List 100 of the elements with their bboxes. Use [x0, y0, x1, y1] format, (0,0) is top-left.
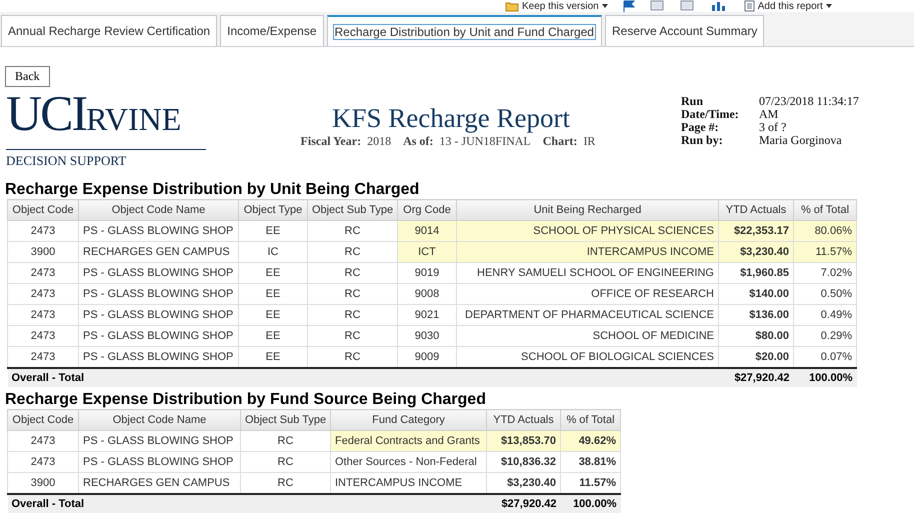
table-cell: SCHOOL OF PHYSICAL SCIENCES — [456, 220, 718, 242]
section-title: Recharge Expense Distribution by Unit Being Charged — [5, 181, 420, 199]
column-header: YTD Actuals — [486, 410, 560, 430]
table-cell: PS - GLASS BLOWING SHOP — [78, 220, 238, 242]
parameter-value: 2018 — [367, 134, 392, 149]
table-cell: 9014 — [398, 220, 456, 242]
tab[interactable]: Annual Recharge Review Certification — [1, 15, 218, 46]
tab[interactable]: Reserve Account Summary — [604, 15, 764, 46]
total-value: 100.00% — [794, 368, 856, 387]
column-header: Object Code Name — [78, 410, 240, 430]
caret-icon — [826, 4, 832, 8]
parameter-label: As of: — [403, 134, 434, 149]
total-value: $27,920.42 — [718, 368, 794, 387]
column-header: YTD Actuals — [718, 200, 794, 220]
tab[interactable]: Income/Expense — [220, 15, 324, 46]
back-button[interactable]: Back — [5, 66, 50, 87]
table-cell: OFFICE OF RESEARCH — [456, 284, 718, 304]
table-cell: $136.00 — [718, 304, 794, 326]
table-cell: IC — [238, 242, 308, 262]
report-title: KFS Recharge Report — [332, 103, 570, 134]
table-cell: RC — [308, 262, 398, 284]
table-cell: 2473 — [8, 220, 78, 242]
table-cell: $3,230.40 — [718, 242, 794, 262]
meta-value: 07/23/2018 11:34:17 AM — [759, 95, 860, 121]
section-title: Recharge Expense Distribution by Fund Source Being Charged — [5, 391, 487, 409]
table-cell: RC — [308, 326, 398, 346]
logo-subtitle: DECISION SUPPORT — [6, 153, 128, 169]
flag-icon[interactable] — [622, 0, 636, 12]
table-cell: $13,853.70 — [486, 430, 560, 452]
table-cell: PS - GLASS BLOWING SHOP — [78, 304, 238, 326]
table-cell: 2473 — [8, 430, 78, 452]
table-cell: SCHOOL OF MEDICINE — [456, 326, 718, 346]
keep-version-menu[interactable]: Keep this version — [505, 0, 608, 12]
table-cell: 0.49% — [794, 304, 856, 326]
table-cell: Federal Contracts and Grants — [330, 430, 486, 452]
add-report-menu[interactable]: Add this report — [744, 0, 832, 12]
table-cell: Other Sources - Non-Federal — [330, 452, 486, 472]
total-value: $27,920.42 — [486, 494, 560, 513]
table-cell: RC — [308, 284, 398, 304]
table-cell: ICT — [398, 242, 456, 262]
column-header: Object Code — [8, 410, 78, 430]
table-cell: 9030 — [398, 326, 456, 346]
table-cell: RC — [308, 242, 398, 262]
table-cell: RC — [308, 220, 398, 242]
table-cell: 7.02% — [794, 262, 856, 284]
table-cell: EE — [238, 220, 308, 242]
column-header: % of Total — [794, 200, 856, 220]
table-cell: 2473 — [8, 284, 78, 304]
table-cell: 2473 — [8, 326, 78, 346]
table-cell: PS - GLASS BLOWING SHOP — [78, 326, 238, 346]
total-value: 100.00% — [560, 494, 620, 513]
column-header: Object Code — [8, 200, 78, 220]
meta-label: Page #: — [681, 121, 720, 134]
table-cell: PS - GLASS BLOWING SHOP — [78, 284, 238, 304]
table-cell: 0.50% — [794, 284, 856, 304]
column-header: % of Total — [560, 410, 620, 430]
table-cell: EE — [238, 326, 308, 346]
table-cell: 49.62% — [560, 430, 620, 452]
table-cell: $22,353.17 — [718, 220, 794, 242]
column-header: Object Sub Type — [240, 410, 330, 430]
table-cell: INTERCAMPUS INCOME — [456, 242, 718, 262]
meta-label: Run by: — [681, 134, 724, 147]
window-icon[interactable] — [650, 0, 666, 12]
table-cell: 9019 — [398, 262, 456, 284]
table-cell: 80.06% — [794, 220, 856, 242]
table-cell: RC — [240, 452, 330, 472]
table-cell: $1,960.85 — [718, 262, 794, 284]
meta-label: Run Date/Time: — [681, 95, 740, 121]
table-cell: 11.57% — [794, 242, 856, 262]
table-cell: 38.81% — [560, 452, 620, 472]
total-label: Overall - Total — [8, 494, 486, 513]
table-cell: EE — [238, 262, 308, 284]
table-cell: HENRY SAMUELI SCHOOL OF ENGINEERING — [456, 262, 718, 284]
table-cell: 0.29% — [794, 326, 856, 346]
table-cell: DEPARTMENT OF PHARMACEUTICAL SCIENCE — [456, 304, 718, 326]
table-cell: $10,836.32 — [486, 452, 560, 472]
table-cell: 9021 — [398, 304, 456, 326]
total-label: Overall - Total — [8, 368, 718, 387]
column-header: Object Code Name — [78, 200, 238, 220]
meta-value: 3 of ? — [759, 121, 788, 134]
table-cell: EE — [238, 304, 308, 326]
table-cell: 3900 — [8, 242, 78, 262]
caret-icon — [602, 4, 608, 8]
table-cell: RECHARGES GEN CAMPUS — [78, 242, 238, 262]
table-cell: RC — [308, 304, 398, 326]
logo-wordmark: UCIRVINE — [6, 91, 182, 143]
table-cell: RC — [240, 430, 330, 452]
table-cell: PS - GLASS BLOWING SHOP — [78, 262, 238, 284]
table-cell: 2473 — [8, 452, 78, 472]
table-cell: 2473 — [8, 262, 78, 284]
parameter-value: IR — [583, 134, 596, 149]
column-header: Object Type — [238, 200, 308, 220]
table-cell: EE — [238, 284, 308, 304]
parameter-value: 13 - JUN18FINAL — [439, 134, 531, 149]
table-cell: $80.00 — [718, 326, 794, 346]
tab[interactable]: Recharge Distribution by Unit and Fund Charged — [326, 15, 602, 46]
meta-value: Maria Gorginova — [759, 134, 843, 147]
window-icon[interactable] — [680, 0, 696, 12]
parameter-label: Chart: — [542, 134, 578, 149]
column-header: Fund Category — [330, 410, 486, 430]
